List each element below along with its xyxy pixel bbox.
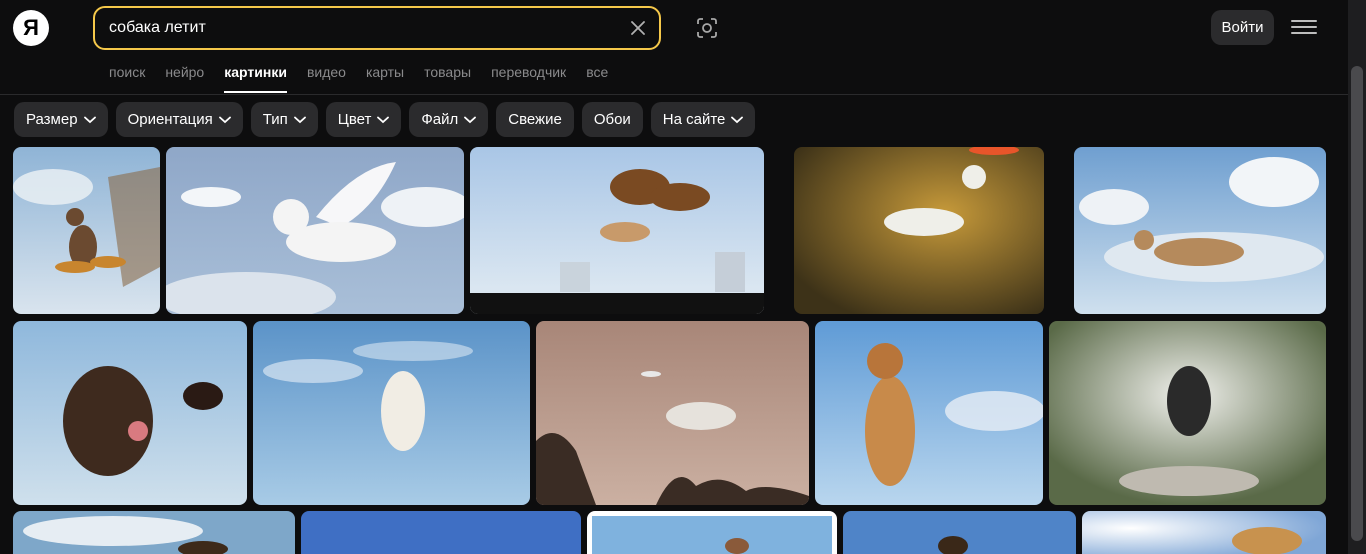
camera-lens-icon bbox=[697, 18, 717, 38]
menu-button[interactable] bbox=[1291, 16, 1317, 40]
filter-label: Размер bbox=[26, 111, 78, 128]
filter-label: Цвет bbox=[337, 111, 372, 128]
chevron-down-icon bbox=[83, 116, 96, 123]
result-thumbnail bbox=[843, 511, 1076, 554]
service-tabs: поиск нейро картинки видео карты товары … bbox=[109, 62, 628, 95]
page-scrollbar[interactable] bbox=[1348, 0, 1366, 554]
yandex-logo[interactable]: Я bbox=[13, 10, 49, 46]
tab-maps[interactable]: карты bbox=[366, 62, 404, 95]
image-result[interactable] bbox=[1082, 511, 1326, 554]
filter-label: Файл bbox=[421, 111, 459, 128]
image-result[interactable] bbox=[301, 511, 581, 554]
search-box bbox=[93, 6, 661, 50]
tab-neuro[interactable]: нейро bbox=[165, 62, 204, 95]
filter-file[interactable]: Файл bbox=[409, 102, 489, 137]
image-search-button[interactable] bbox=[693, 14, 721, 42]
result-thumbnail bbox=[536, 321, 809, 505]
filter-orientation[interactable]: Ориентация bbox=[115, 102, 243, 137]
chevron-down-icon bbox=[377, 116, 390, 123]
result-thumbnail bbox=[13, 511, 295, 554]
image-result[interactable] bbox=[536, 321, 809, 505]
filter-label: Ориентация bbox=[127, 111, 213, 128]
tab-images[interactable]: картинки bbox=[224, 62, 287, 95]
result-thumbnail bbox=[1074, 147, 1326, 314]
tab-video[interactable]: видео bbox=[307, 62, 346, 95]
image-result[interactable] bbox=[587, 511, 837, 554]
image-result[interactable] bbox=[815, 321, 1043, 505]
image-result[interactable] bbox=[13, 321, 247, 505]
filter-fresh[interactable]: Свежие bbox=[496, 102, 574, 137]
filter-on-site[interactable]: На сайте bbox=[650, 102, 756, 137]
result-thumbnail bbox=[166, 147, 464, 314]
result-thumbnail bbox=[470, 147, 764, 314]
menu-line bbox=[1291, 26, 1317, 28]
image-result[interactable] bbox=[1074, 147, 1326, 314]
tab-products[interactable]: товары bbox=[424, 62, 471, 95]
image-result[interactable] bbox=[253, 321, 530, 505]
filter-type[interactable]: Тип bbox=[250, 102, 318, 137]
result-thumbnail bbox=[1049, 321, 1326, 505]
search-input[interactable] bbox=[109, 8, 609, 48]
image-result[interactable] bbox=[13, 511, 295, 554]
header: Я Войти поиск нейро картинки видео карты… bbox=[0, 0, 1348, 95]
result-thumbnail bbox=[13, 321, 247, 505]
tab-all[interactable]: все bbox=[586, 62, 608, 95]
result-thumbnail bbox=[253, 321, 530, 505]
image-result[interactable] bbox=[13, 147, 160, 314]
chevron-down-icon bbox=[218, 116, 231, 123]
result-thumbnail bbox=[301, 511, 581, 554]
clear-search-button[interactable] bbox=[627, 17, 649, 39]
chevron-down-icon bbox=[293, 116, 306, 123]
filter-label: Обои bbox=[593, 111, 631, 128]
image-result[interactable] bbox=[843, 511, 1076, 554]
login-button[interactable]: Войти bbox=[1211, 10, 1274, 45]
image-result[interactable] bbox=[1049, 321, 1326, 505]
filter-label: Свежие bbox=[508, 111, 562, 128]
filter-label: На сайте bbox=[662, 111, 726, 128]
result-thumbnail bbox=[1082, 511, 1326, 554]
menu-line bbox=[1291, 20, 1317, 22]
filter-bar: Размер Ориентация Тип Цвет Файл Свежие О… bbox=[14, 102, 756, 137]
chevron-down-icon bbox=[731, 116, 744, 123]
filter-label: Тип bbox=[262, 111, 288, 128]
menu-line bbox=[1291, 32, 1317, 34]
chevron-down-icon bbox=[464, 116, 477, 123]
close-icon bbox=[631, 21, 645, 35]
image-result[interactable] bbox=[166, 147, 464, 314]
result-thumbnail bbox=[815, 321, 1043, 505]
tab-translator[interactable]: переводчик bbox=[491, 62, 566, 95]
scrollbar-thumb[interactable] bbox=[1351, 66, 1363, 541]
filter-size[interactable]: Размер bbox=[14, 102, 108, 137]
result-thumbnail bbox=[794, 147, 1044, 314]
image-result[interactable] bbox=[794, 147, 1044, 314]
filter-color[interactable]: Цвет bbox=[325, 102, 402, 137]
result-thumbnail bbox=[13, 147, 160, 314]
result-thumbnail bbox=[587, 511, 837, 554]
image-result[interactable] bbox=[470, 147, 764, 314]
filter-wallpapers[interactable]: Обои bbox=[581, 102, 643, 137]
tab-search[interactable]: поиск bbox=[109, 62, 145, 95]
